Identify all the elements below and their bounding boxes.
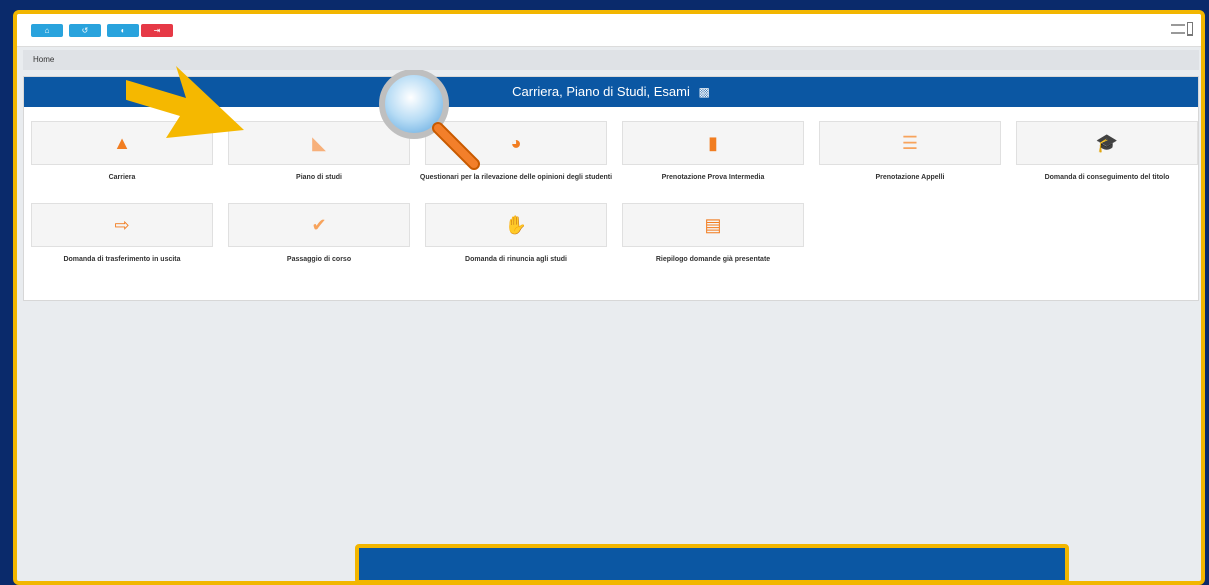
hand-icon: ✋ xyxy=(504,214,528,235)
logo-text-lines xyxy=(1171,24,1185,34)
back-button[interactable]: ↺ xyxy=(69,24,101,37)
logout-button[interactable]: ⇥ xyxy=(141,24,173,37)
tile-label-trasferimento[interactable]: Domanda di trasferimento in uscita xyxy=(22,255,222,265)
bookmark-icon: ▮ xyxy=(708,132,718,153)
tile-label-prenotazione-appelli[interactable]: Prenotazione Appelli xyxy=(810,173,1010,183)
pointer-arrow-icon xyxy=(126,66,244,138)
tower-icon xyxy=(1187,22,1193,36)
double-check-icon: ✔ xyxy=(311,214,327,235)
tile-label-carriera[interactable]: Carriera xyxy=(22,173,222,183)
logout-icon: ⇥ xyxy=(153,26,161,35)
tile-conseguimento-titolo[interactable]: 🎓 xyxy=(1016,121,1198,165)
tile-prenotazione-appelli[interactable]: ☰ xyxy=(819,121,1001,165)
tile-label-riepilogo[interactable]: Riepilogo domande già presentate xyxy=(613,255,813,265)
tile-label-rinuncia[interactable]: Domanda di rinuncia agli studi xyxy=(416,255,616,265)
tile-riepilogo[interactable]: ▤ xyxy=(622,203,804,247)
magnifier-icon xyxy=(379,70,480,170)
checklist-icon: ☰ xyxy=(901,132,919,153)
tile-trasferimento[interactable]: ⇨ xyxy=(31,203,213,247)
tile-label-prenotazione-prova[interactable]: Prenotazione Prova Intermedia xyxy=(613,173,813,183)
home-button[interactable]: ⌂ xyxy=(31,24,63,37)
sign-out-icon: ⇨ xyxy=(114,214,130,235)
university-logo xyxy=(1171,20,1195,38)
switch-button[interactable]: ◐ xyxy=(107,24,139,37)
overlay-bottom-panel xyxy=(355,544,1069,584)
graduation-cap-icon: 🎓 xyxy=(1095,132,1119,153)
pie-chart-icon: ◕ xyxy=(510,132,522,153)
home-icon: ⌂ xyxy=(44,26,50,35)
tile-rinuncia[interactable]: ✋ xyxy=(425,203,607,247)
toggle-icon: ◐ xyxy=(120,26,126,35)
breadcrumb-home-link[interactable]: Home xyxy=(33,55,54,64)
top-bar: ⌂ ↺ ◐ ⇥ xyxy=(17,14,1201,47)
panel-title: Carriera, Piano di Studi, Esami xyxy=(512,84,690,99)
list-icon: ▤ xyxy=(704,214,722,235)
ruler-icon: ◣ xyxy=(312,132,326,153)
undo-icon: ↺ xyxy=(81,26,89,35)
tile-prenotazione-prova[interactable]: ▮ xyxy=(622,121,804,165)
graduate-icon: ▩ xyxy=(698,85,710,99)
tile-label-passaggio-corso[interactable]: Passaggio di corso xyxy=(219,255,419,265)
tile-passaggio-corso[interactable]: ✔ xyxy=(228,203,410,247)
tile-label-conseguimento-titolo[interactable]: Domanda di conseguimento del titolo xyxy=(1007,173,1201,183)
